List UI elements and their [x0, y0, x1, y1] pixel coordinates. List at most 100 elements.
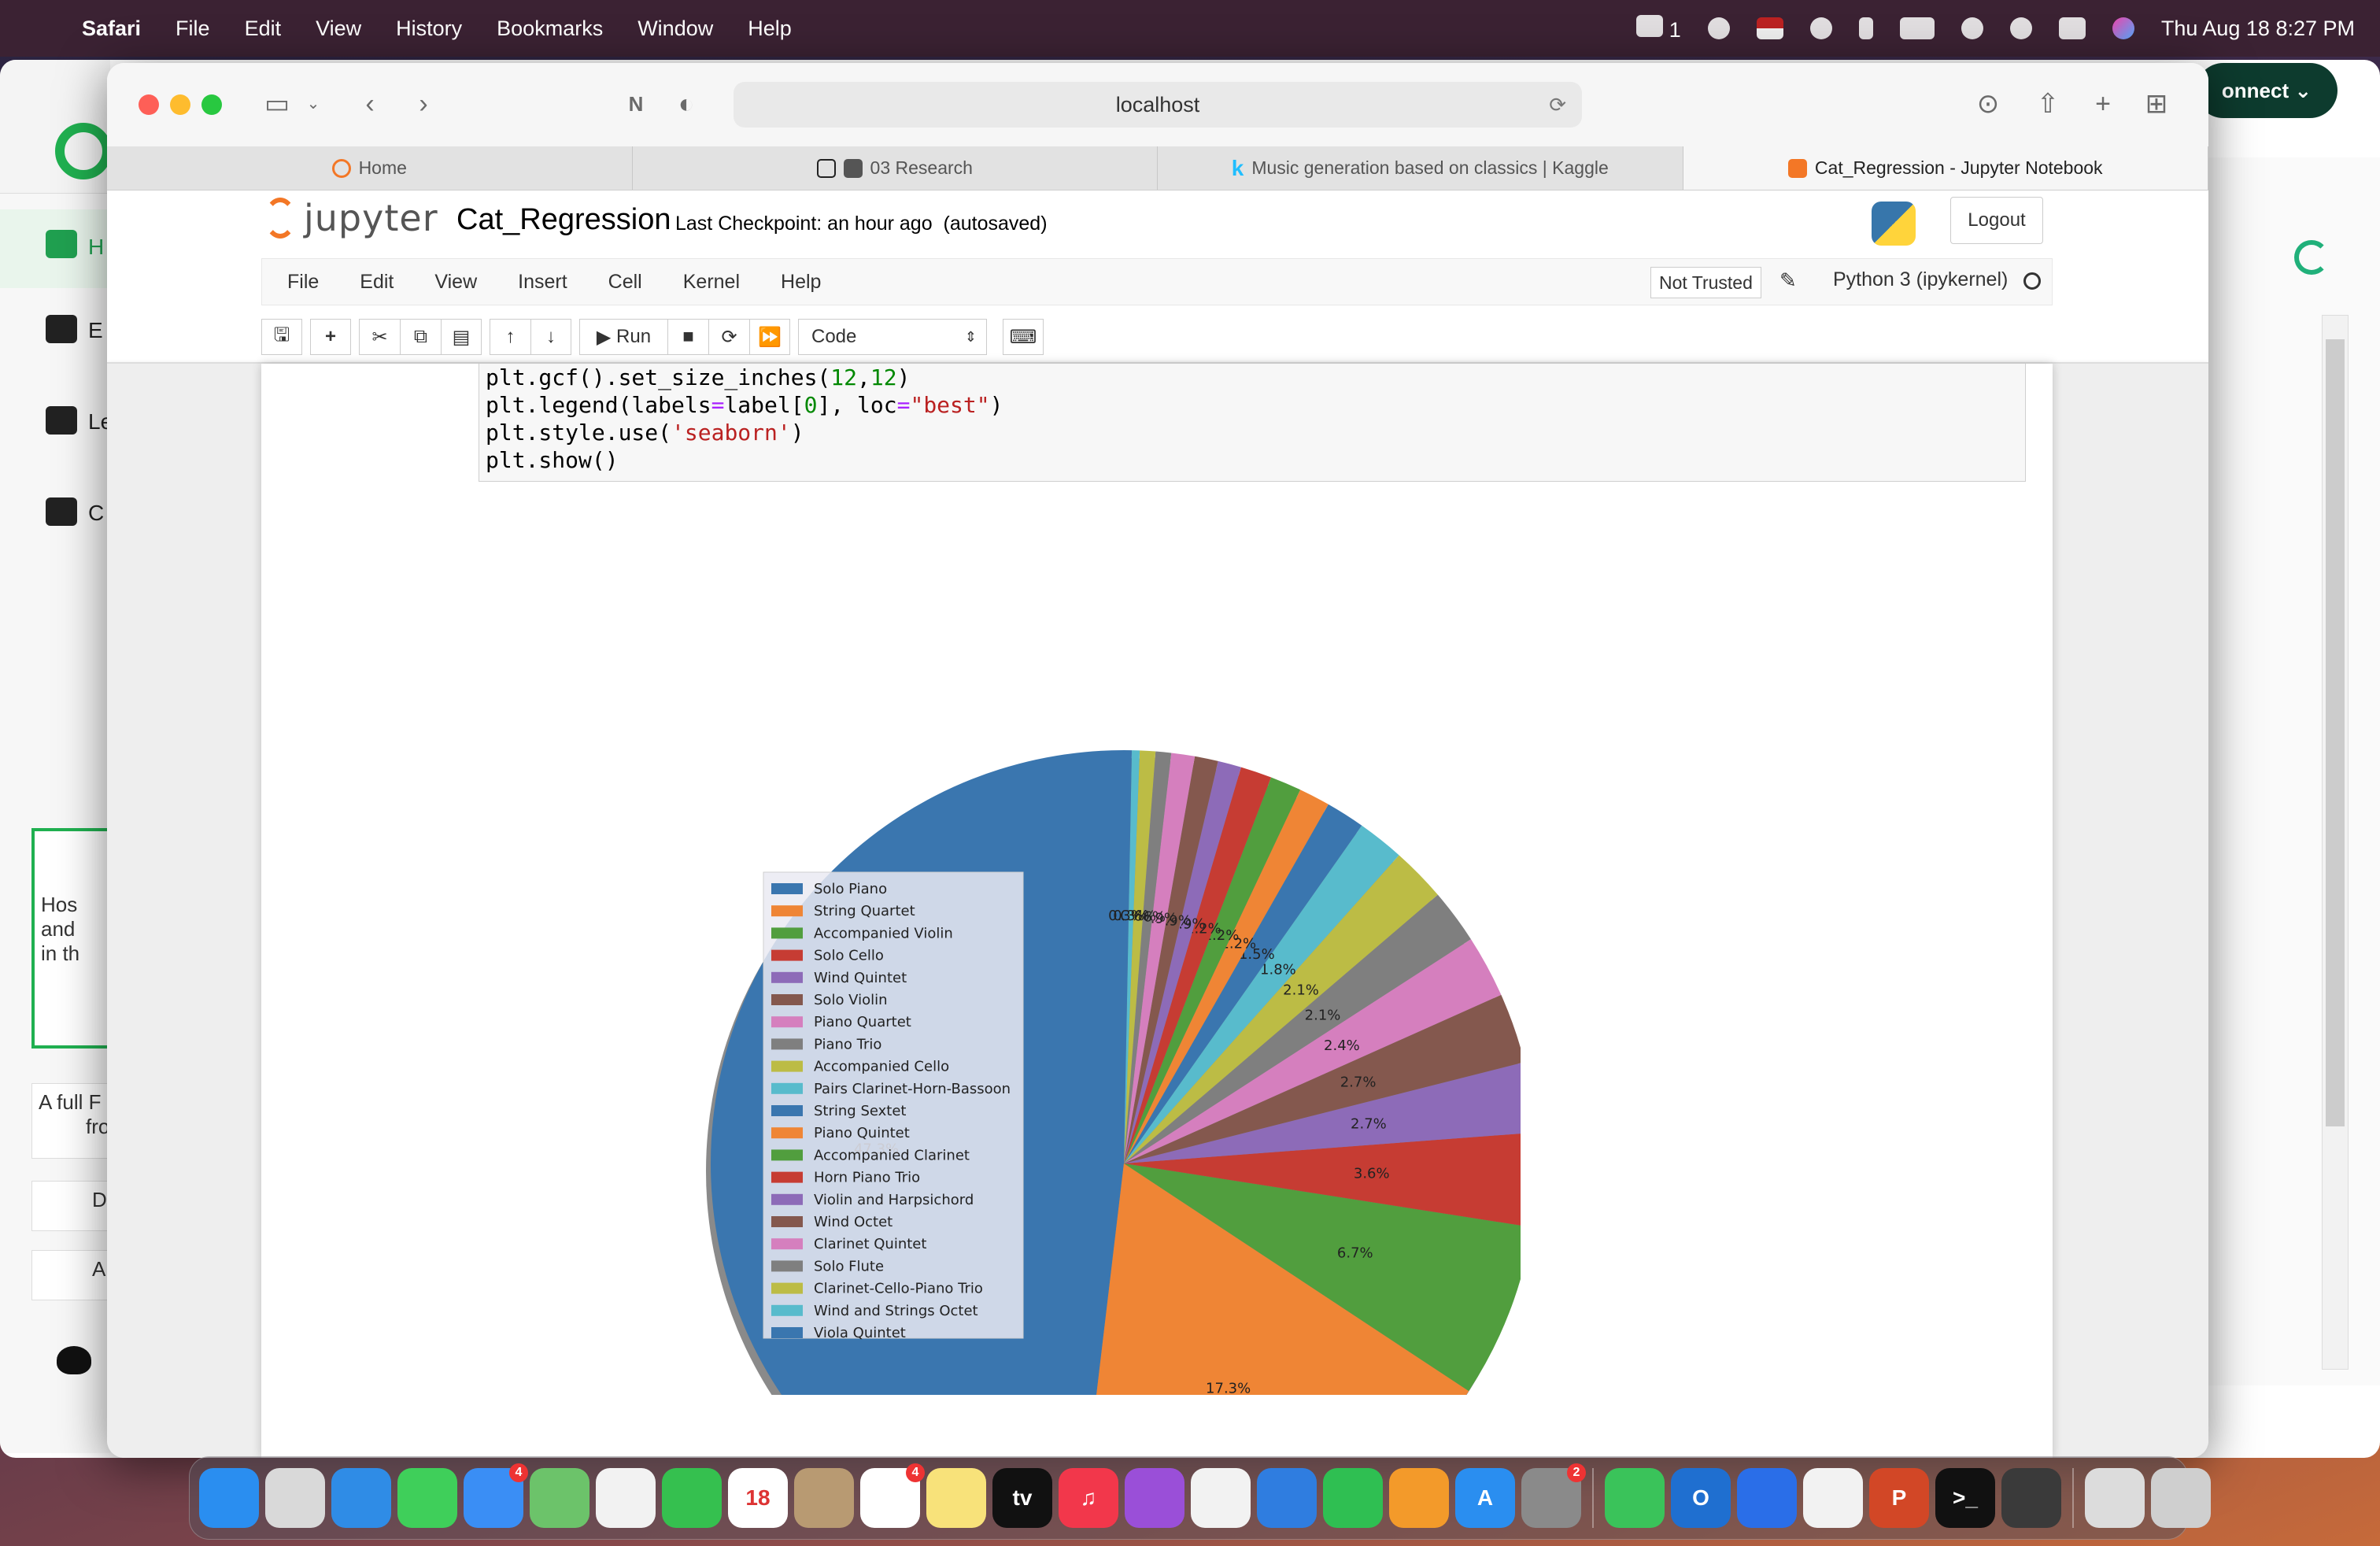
- close-window-button[interactable]: [139, 94, 159, 115]
- keyboard-icon[interactable]: ⌨: [1003, 319, 1044, 355]
- fast-forward-icon[interactable]: ⏩: [749, 319, 790, 355]
- menu-app-name[interactable]: Safari: [82, 17, 141, 41]
- search-icon[interactable]: [2009, 17, 2032, 39]
- new-tab-icon[interactable]: +: [2086, 88, 2120, 120]
- twitter-icon[interactable]: [57, 1346, 91, 1374]
- run-button[interactable]: ▶ Run: [579, 319, 667, 355]
- nb-menu-kernel[interactable]: Kernel: [683, 271, 740, 294]
- minimize-window-button[interactable]: [170, 94, 190, 115]
- menu-edit[interactable]: Edit: [245, 17, 282, 41]
- music-icon[interactable]: ♫: [1059, 1468, 1118, 1528]
- copy-icon[interactable]: ⧉: [400, 319, 441, 355]
- tab-home[interactable]: Home: [107, 146, 633, 190]
- translate-reload-icon[interactable]: ⟳: [1549, 93, 1566, 117]
- wechat-icon[interactable]: [1605, 1468, 1665, 1528]
- outlook-icon[interactable]: O: [1671, 1468, 1731, 1528]
- reminders-icon[interactable]: 4: [860, 1463, 925, 1528]
- system-preferences-icon[interactable]: 2: [1521, 1463, 1586, 1528]
- pages-icon[interactable]: [1389, 1468, 1449, 1528]
- pencil-app-icon[interactable]: [1737, 1468, 1797, 1528]
- learn-icon[interactable]: [46, 406, 77, 435]
- control-center-icon[interactable]: [2058, 17, 2086, 39]
- bg-scrollbar[interactable]: [2322, 315, 2349, 1370]
- forward-icon[interactable]: ›: [406, 88, 441, 120]
- jupyter-logo[interactable]: jupyter: [264, 197, 438, 239]
- bg-card-2[interactable]: A full F fro: [31, 1083, 118, 1159]
- kernel-name[interactable]: Python 3 (ipykernel): [1833, 268, 2008, 291]
- tab-overview-icon[interactable]: ⊞: [2139, 88, 2174, 120]
- menu-history[interactable]: History: [396, 17, 462, 41]
- cube-icon[interactable]: [46, 315, 77, 343]
- notion-extension-icon[interactable]: N: [619, 88, 653, 120]
- chevron-down-icon[interactable]: ⌄: [296, 88, 331, 120]
- menu-help[interactable]: Help: [748, 17, 792, 41]
- save-icon[interactable]: 🖫: [261, 319, 302, 355]
- moon-icon[interactable]: [1707, 17, 1730, 39]
- back-icon[interactable]: ‹: [353, 88, 387, 120]
- shield-icon[interactable]: ◐: [669, 88, 704, 120]
- paste-icon[interactable]: ▤: [441, 319, 482, 355]
- app-store-icon[interactable]: A: [1455, 1468, 1515, 1528]
- mail-icon[interactable]: 4: [464, 1463, 528, 1528]
- anaconda-icon[interactable]: [2001, 1468, 2061, 1528]
- finder-icon[interactable]: [199, 1468, 259, 1528]
- people-icon[interactable]: [46, 497, 77, 526]
- zoom-window-button[interactable]: [201, 94, 222, 115]
- nb-menu-view[interactable]: View: [434, 271, 477, 294]
- bg-promo-card[interactable]: Hos and in th: [31, 828, 118, 1049]
- logout-button[interactable]: Logout: [1950, 197, 2043, 244]
- trash-icon[interactable]: [2151, 1468, 2211, 1528]
- refresh-icon[interactable]: [2294, 240, 2329, 275]
- maps-icon[interactable]: [530, 1468, 589, 1528]
- downloads-icon[interactable]: [2085, 1468, 2145, 1528]
- play-icon[interactable]: [1809, 17, 1832, 39]
- notes-icon[interactable]: [926, 1468, 986, 1528]
- nb-menu-file[interactable]: File: [287, 271, 319, 294]
- restart-icon[interactable]: ⟳: [708, 319, 749, 355]
- facetime-icon[interactable]: [662, 1468, 722, 1528]
- keynote-icon[interactable]: [1257, 1468, 1317, 1528]
- connect-button[interactable]: onnect ⌄: [2196, 63, 2338, 118]
- address-bar[interactable]: localhost ⟳: [734, 82, 1582, 128]
- code-cell[interactable]: plt.gcf().set_size_inches(12,12) plt.lege…: [479, 364, 2026, 482]
- share-icon[interactable]: ⇧: [2031, 88, 2065, 120]
- safari-icon[interactable]: [331, 1468, 391, 1528]
- podcasts-icon[interactable]: [1125, 1468, 1184, 1528]
- tab-kaggle[interactable]: k Music generation based on classics | Ka…: [1158, 146, 1683, 190]
- notebook-name[interactable]: Cat_Regression: [456, 203, 671, 237]
- messages-icon[interactable]: [397, 1468, 457, 1528]
- photos-icon[interactable]: [596, 1468, 656, 1528]
- nb-menu-help[interactable]: Help: [781, 271, 821, 294]
- powerpoint-icon[interactable]: P: [1869, 1468, 1929, 1528]
- nb-menu-edit[interactable]: Edit: [360, 271, 394, 294]
- siri-icon[interactable]: [2112, 17, 2134, 39]
- menu-bookmarks[interactable]: Bookmarks: [497, 17, 603, 41]
- cell-type-select[interactable]: Code ⇕: [798, 319, 987, 355]
- not-trusted-button[interactable]: Not Trusted: [1650, 267, 1761, 298]
- tab-research[interactable]: 03 Research: [633, 146, 1158, 190]
- stop-icon[interactable]: ■: [667, 319, 708, 355]
- flag-icon[interactable]: [1756, 17, 1783, 39]
- tv-icon[interactable]: tv: [992, 1468, 1052, 1528]
- insert-cell-icon[interactable]: +: [310, 319, 351, 355]
- menu-file[interactable]: File: [176, 17, 210, 41]
- wechat-status[interactable]: 1: [1636, 14, 1681, 43]
- bluetooth-icon[interactable]: [1858, 17, 1873, 39]
- sidebar-toggle-icon[interactable]: ▭: [260, 88, 294, 120]
- bg-card-4[interactable]: A: [31, 1250, 118, 1300]
- edit-pencil-icon[interactable]: ✎: [1779, 268, 1797, 293]
- news-icon[interactable]: [1191, 1468, 1251, 1528]
- cut-icon[interactable]: ✂: [359, 319, 400, 355]
- battery-icon[interactable]: [1899, 17, 1935, 39]
- tab-cat-regression[interactable]: Cat_Regression - Jupyter Notebook: [1683, 146, 2208, 190]
- menu-window[interactable]: Window: [638, 17, 713, 41]
- bg-scrollbar-thumb[interactable]: [2326, 339, 2345, 1126]
- textedit-icon[interactable]: [1803, 1468, 1863, 1528]
- nb-menu-cell[interactable]: Cell: [608, 271, 642, 294]
- clock[interactable]: Thu Aug 18 8:27 PM: [2161, 17, 2355, 41]
- calendar-icon[interactable]: 18: [728, 1468, 788, 1528]
- contacts-icon[interactable]: [794, 1468, 854, 1528]
- launchpad-icon[interactable]: [265, 1468, 325, 1528]
- terminal-icon[interactable]: >_: [1935, 1468, 1995, 1528]
- bg-app-logo[interactable]: [55, 123, 112, 179]
